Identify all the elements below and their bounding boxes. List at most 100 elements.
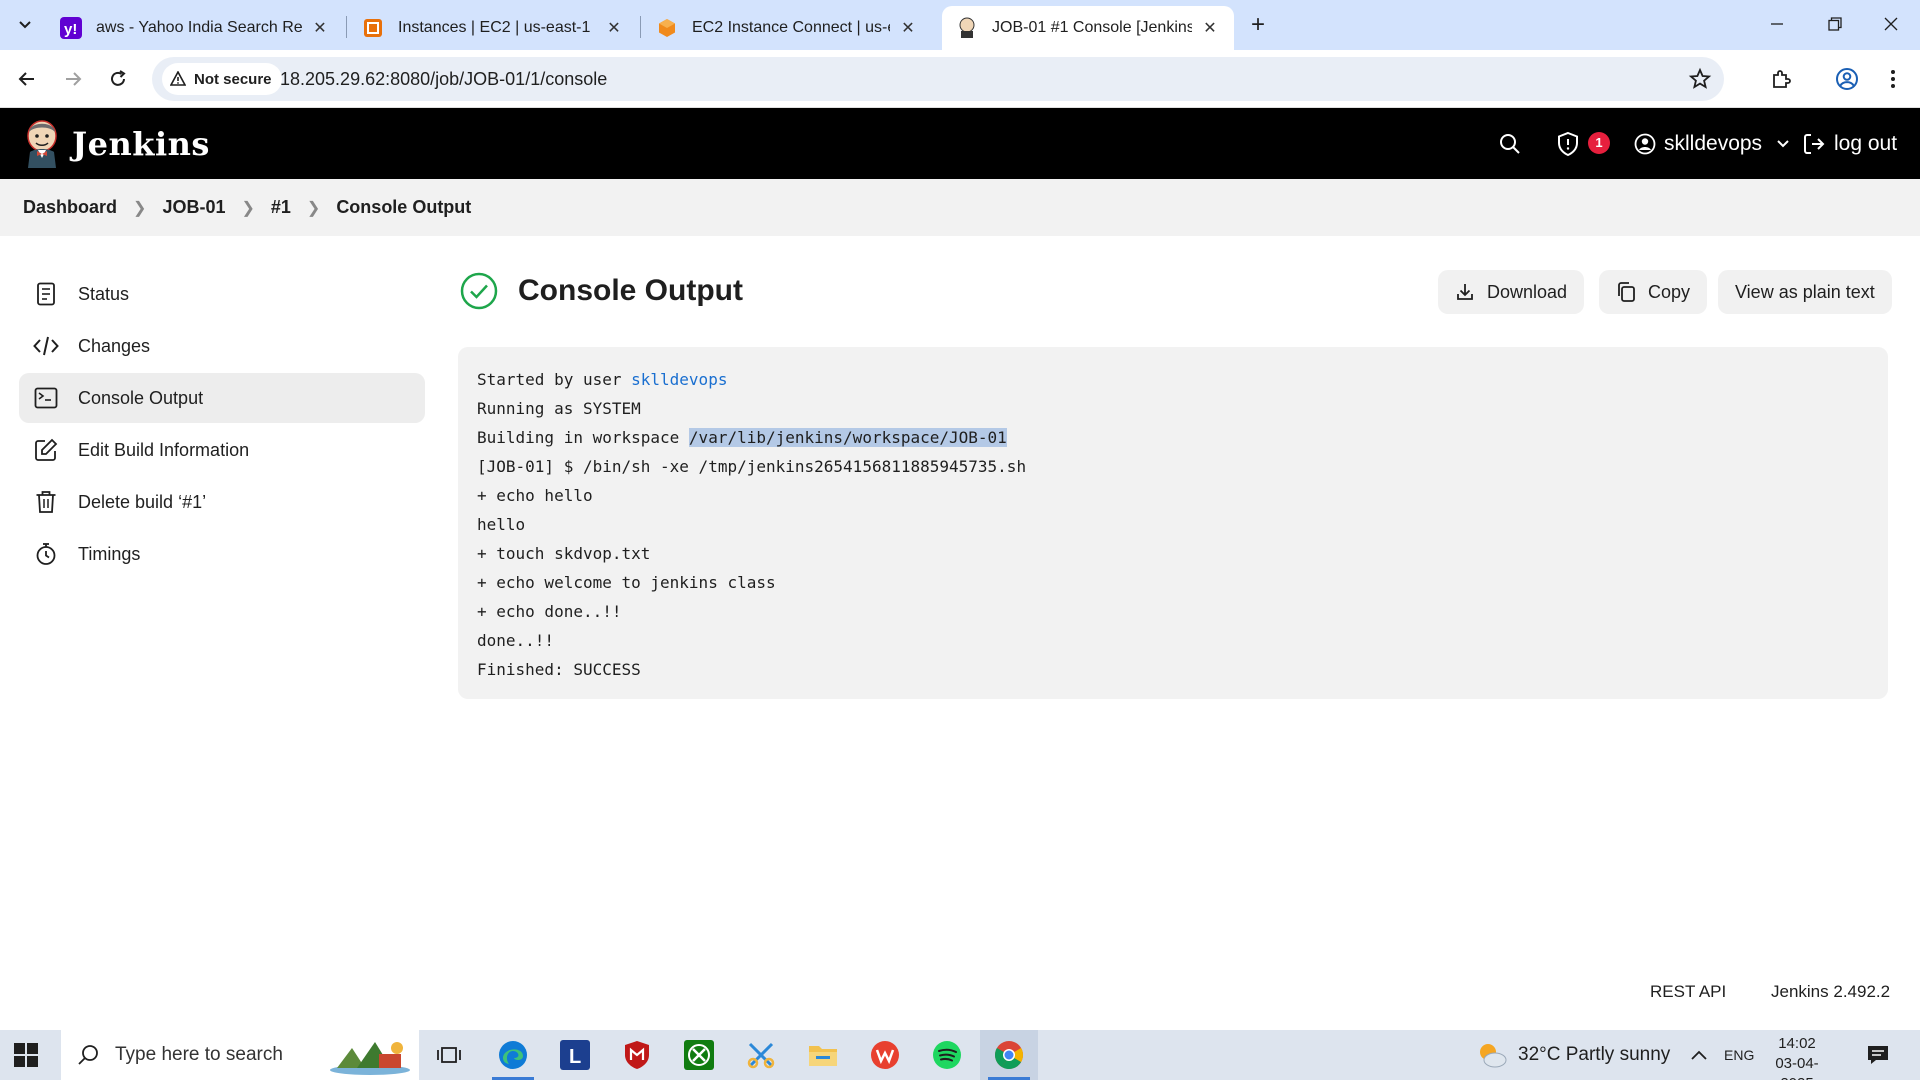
- clock-time: 14:02: [1778, 1035, 1816, 1052]
- username: sklldevops: [1664, 131, 1763, 155]
- taskbar-app-snipping[interactable]: [732, 1030, 790, 1080]
- jenkins-version-link[interactable]: Jenkins 2.492.2: [1771, 982, 1890, 1002]
- sidebar-item-changes[interactable]: Changes: [19, 321, 425, 371]
- forward-button[interactable]: [58, 64, 88, 94]
- restore-button[interactable]: [1806, 0, 1864, 48]
- sidebar-item-status[interactable]: Status: [19, 269, 425, 319]
- yahoo-icon: y!: [60, 17, 82, 39]
- security-label: Not secure: [194, 70, 272, 88]
- browser-tab[interactable]: EC2 Instance Connect | us-east-1 ✕: [642, 6, 932, 50]
- search-button[interactable]: [1498, 108, 1522, 179]
- jenkins-home-link[interactable]: Jenkins: [22, 118, 210, 170]
- notification-center-button[interactable]: [1866, 1030, 1890, 1080]
- sidebar-item-label: Console Output: [78, 387, 204, 408]
- breadcrumb-build[interactable]: #1: [271, 197, 291, 218]
- taskbar-search-placeholder: Type here to search: [115, 1044, 283, 1065]
- site-info-chip[interactable]: Not secure: [162, 63, 282, 95]
- user-menu[interactable]: sklldevops: [1634, 108, 1790, 179]
- notification-icon: [1868, 1046, 1888, 1064]
- breadcrumb-job[interactable]: JOB-01: [162, 197, 225, 218]
- taskbar-app-mcafee[interactable]: [608, 1030, 666, 1080]
- breadcrumb: Dashboard ❯ JOB-01 ❯ #1 ❯ Console Output: [0, 179, 1920, 236]
- chevron-down-icon: [1777, 139, 1789, 147]
- profile-button[interactable]: [1832, 64, 1862, 94]
- tab-search-button[interactable]: [10, 11, 40, 39]
- restore-icon: [1828, 17, 1842, 31]
- close-icon[interactable]: ✕: [310, 18, 330, 38]
- chevron-right-icon: ❯: [241, 199, 255, 217]
- taskbar-app-chrome[interactable]: [980, 1030, 1038, 1080]
- console-text: Started by user: [477, 370, 632, 389]
- user-link[interactable]: sklldevops: [631, 370, 727, 389]
- breadcrumb-dashboard[interactable]: Dashboard: [23, 197, 117, 218]
- workspace-path-selected[interactable]: /var/lib/jenkins/workspace/JOB-01: [688, 428, 1007, 447]
- console-line: hello: [477, 515, 526, 534]
- sidebar-item-delete-build[interactable]: Delete build ‘#1’: [19, 477, 425, 527]
- sidebar-item-label: Status: [78, 283, 130, 304]
- reload-button[interactable]: [103, 64, 133, 94]
- kebab-menu-icon: [1891, 70, 1895, 88]
- browser-tab[interactable]: Instances | EC2 | us-east-1 ✕: [348, 6, 638, 50]
- rest-api-link[interactable]: REST API: [1650, 982, 1726, 1002]
- close-window-button[interactable]: [1862, 0, 1920, 48]
- notification-badge: 1: [1588, 131, 1610, 154]
- clock[interactable]: 14:02 03-04-2025: [1762, 1034, 1832, 1080]
- spotify-icon: [933, 1041, 961, 1069]
- extensions-button[interactable]: [1766, 64, 1796, 94]
- show-hidden-icons-button[interactable]: [1690, 1030, 1708, 1080]
- console-line: Started by user sklldevops: [477, 365, 1869, 394]
- task-view-button[interactable]: [420, 1030, 478, 1080]
- profile-icon: [1836, 68, 1858, 90]
- folder-icon: [809, 1046, 837, 1066]
- logout-link[interactable]: log out: [1802, 108, 1897, 179]
- forward-arrow-icon: [66, 72, 82, 86]
- reload-icon: [111, 70, 126, 86]
- aws-orange-cube-icon: [656, 17, 678, 39]
- chrome-icon: [995, 1041, 1023, 1069]
- sidebar-item-label: Edit Build Information: [78, 439, 250, 460]
- success-check-icon: [460, 272, 498, 310]
- new-tab-button[interactable]: +: [1244, 11, 1272, 39]
- download-button[interactable]: Download: [1438, 270, 1585, 314]
- shield-icon: [1558, 131, 1578, 156]
- close-icon[interactable]: ✕: [1200, 18, 1220, 38]
- start-button[interactable]: [14, 1043, 38, 1067]
- trash-icon: [33, 489, 59, 515]
- bookmark-star-icon[interactable]: [1688, 67, 1712, 91]
- edge-icon: [499, 1041, 527, 1069]
- input-language[interactable]: ENG: [1724, 1030, 1754, 1080]
- taskbar-app-file-explorer[interactable]: [794, 1030, 852, 1080]
- edit-icon: [33, 437, 59, 463]
- xbox-icon: [684, 1040, 714, 1070]
- browser-menu-button[interactable]: [1878, 64, 1908, 94]
- minimize-button[interactable]: [1748, 0, 1806, 48]
- browser-tab-active[interactable]: JOB-01 #1 Console [Jenkins] ✕: [942, 6, 1234, 50]
- close-icon[interactable]: ✕: [604, 18, 624, 38]
- taskbar-app-spotify[interactable]: [918, 1030, 976, 1080]
- breadcrumb-console-output[interactable]: Console Output: [336, 197, 471, 218]
- browser-tab-strip: y! aws - Yahoo India Search Results ✕ In…: [0, 0, 1920, 50]
- tab-label: JOB-01 #1 Console [Jenkins]: [992, 19, 1192, 36]
- security-monitor-button[interactable]: 1: [1556, 108, 1610, 179]
- url-text[interactable]: 18.205.29.62:8080/job/JOB-01/1/console: [280, 69, 607, 90]
- view-plain-text-button[interactable]: View as plain text: [1718, 270, 1892, 314]
- back-button[interactable]: [12, 64, 42, 94]
- logout-label: log out: [1834, 131, 1898, 155]
- sidebar-item-console-output[interactable]: Console Output: [19, 373, 425, 423]
- taskbar-search-box[interactable]: Type here to search: [61, 1030, 419, 1080]
- browser-tab[interactable]: y! aws - Yahoo India Search Results ✕: [46, 6, 344, 50]
- sidebar-item-timings[interactable]: Timings: [19, 529, 425, 579]
- taskbar-app-edge[interactable]: [484, 1030, 542, 1080]
- taskbar-app-l[interactable]: L: [546, 1030, 604, 1080]
- taskbar-app-xbox[interactable]: [670, 1030, 728, 1080]
- close-icon[interactable]: ✕: [898, 18, 918, 38]
- copy-button[interactable]: Copy: [1599, 270, 1708, 314]
- weather-widget[interactable]: 32°C Partly sunny: [1476, 1030, 1670, 1080]
- taskbar-app-wps[interactable]: [856, 1030, 914, 1080]
- jenkins-icon: [956, 17, 978, 39]
- omnibox[interactable]: Not secure 18.205.29.62:8080/job/JOB-01/…: [152, 57, 1724, 101]
- download-icon: [1457, 284, 1473, 300]
- document-icon: [33, 281, 59, 307]
- sidebar-item-edit-build-information[interactable]: Edit Build Information: [19, 425, 425, 475]
- page-title: Console Output: [518, 274, 743, 307]
